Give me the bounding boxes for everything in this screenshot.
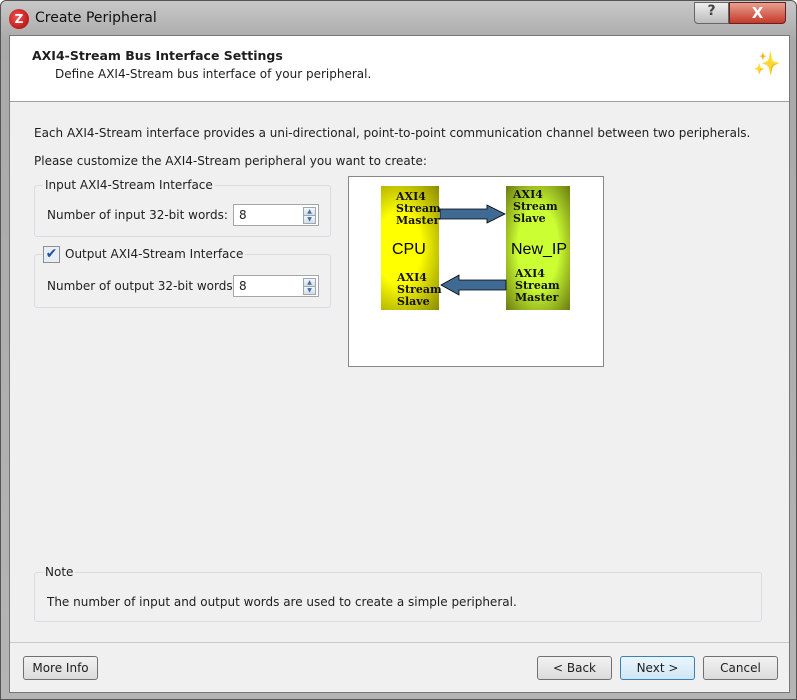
output-words-spinner[interactable]: 8 ▲ ▼ xyxy=(233,275,319,297)
output-words-value[interactable]: 8 xyxy=(239,279,247,293)
close-button[interactable]: X xyxy=(729,2,786,24)
output-group-title[interactable]: Output AXI4-Stream Interface xyxy=(43,247,246,261)
page-title: AXI4-Stream Bus Interface Settings xyxy=(32,48,283,63)
dialog-content: AXI4-Stream Bus Interface Settings Defin… xyxy=(9,35,790,693)
wizard-header: AXI4-Stream Bus Interface Settings Defin… xyxy=(10,36,789,102)
input-group-title: Input AXI4-Stream Interface xyxy=(43,178,215,192)
footer-divider xyxy=(10,642,789,643)
input-words-spinner[interactable]: 8 ▲ ▼ xyxy=(233,204,319,226)
dialog-window: Z Create Peripheral ? X AXI4-Stream Bus … xyxy=(0,0,797,700)
note-title: Note xyxy=(43,565,76,579)
output-words-label: Number of output 32-bit words: xyxy=(47,279,237,293)
note-text: The number of input and output words are… xyxy=(47,595,517,609)
output-interface-checkbox[interactable]: ✔ xyxy=(43,246,60,263)
input-interface-group: Input AXI4-Stream Interface Number of in… xyxy=(34,178,331,237)
more-info-button[interactable]: More Info xyxy=(23,656,98,680)
back-button[interactable]: < Back xyxy=(537,656,612,680)
help-button[interactable]: ? xyxy=(694,2,729,24)
note-group: Note The number of input and output word… xyxy=(34,565,762,622)
cancel-button[interactable]: Cancel xyxy=(703,656,778,680)
input-words-value[interactable]: 8 xyxy=(239,208,247,222)
window-title: Create Peripheral xyxy=(35,10,157,26)
spin-down-icon[interactable]: ▼ xyxy=(303,286,316,295)
spin-down-icon[interactable]: ▼ xyxy=(303,215,316,224)
page-subtitle: Define AXI4-Stream bus interface of your… xyxy=(55,67,372,81)
app-logo-icon: Z xyxy=(9,9,29,29)
prompt-text: Please customize the AXI4-Stream periphe… xyxy=(34,154,427,168)
output-interface-group: Output AXI4-Stream Interface ✔ Number of… xyxy=(34,246,331,308)
input-words-label: Number of input 32-bit words: xyxy=(47,208,228,222)
axi-stream-diagram: AXI4 Stream Master CPU AXI4 Stream Slave AXI… xyxy=(348,176,604,367)
description-text: Each AXI4-Stream interface provides a un… xyxy=(34,126,751,140)
wizard-wand-icon: ✨ xyxy=(753,52,781,77)
arrow-ip-to-cpu xyxy=(440,274,507,296)
next-button[interactable]: Next > xyxy=(620,656,695,680)
arrow-cpu-to-ip xyxy=(439,204,506,224)
